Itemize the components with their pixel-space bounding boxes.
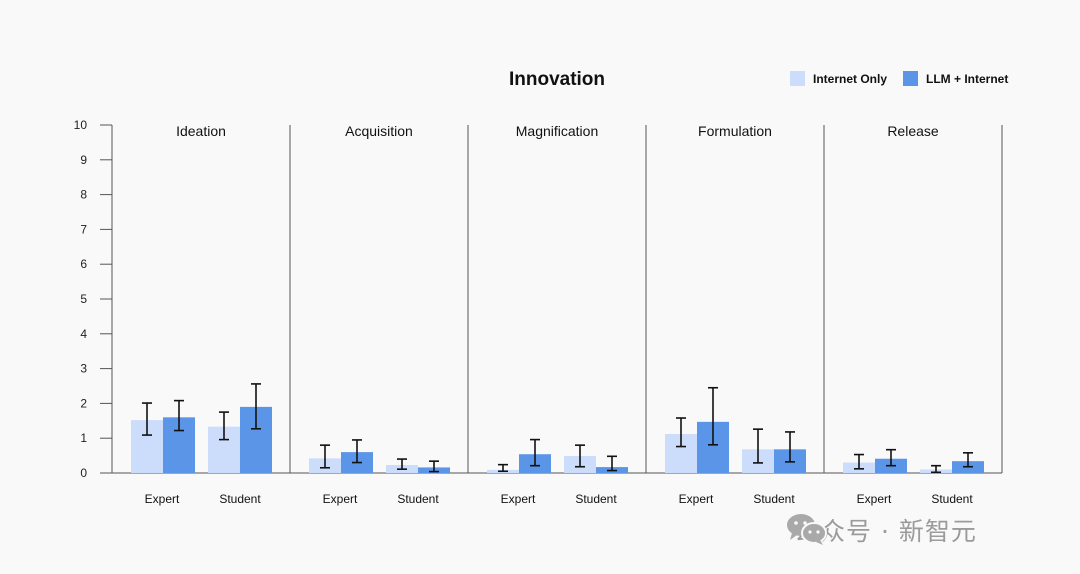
panel-title: Formulation	[698, 123, 772, 139]
legend-swatch	[903, 71, 918, 86]
group-label: Expert	[323, 492, 358, 506]
group-label: Expert	[145, 492, 180, 506]
group-label: Student	[753, 492, 795, 506]
y-tick-label: 5	[80, 292, 87, 306]
group-label: Expert	[857, 492, 892, 506]
y-tick-label: 6	[80, 257, 87, 271]
y-tick-label: 4	[80, 327, 87, 341]
panel-title: Acquisition	[345, 123, 413, 139]
chart-root: Innovation Internet Only LLM + Internet 0…	[0, 0, 1080, 574]
panel-formulation: Formulation Expert Student	[665, 123, 825, 506]
legend-label: Internet Only	[813, 72, 887, 86]
y-tick-label: 9	[80, 153, 87, 167]
panel-ideation: Ideation Expert Student	[131, 123, 291, 506]
y-tick-label: 10	[74, 118, 88, 132]
y-tick-label: 1	[80, 431, 87, 445]
y-tick-label: 2	[80, 396, 87, 410]
panel-magnification: Magnification Expert Student	[487, 123, 647, 506]
y-tick-label: 0	[80, 466, 87, 480]
group-label: Student	[575, 492, 617, 506]
legend-swatch	[790, 71, 805, 86]
legend-label: LLM + Internet	[926, 72, 1008, 86]
group-label: Expert	[501, 492, 536, 506]
y-tick-label: 3	[80, 362, 87, 376]
panel-title: Release	[887, 123, 939, 139]
group-label: Student	[931, 492, 973, 506]
axes: 0 1 2 3 4 5 6 7 8 9 10	[74, 118, 1002, 480]
group-label: Student	[397, 492, 439, 506]
y-tick-label: 8	[80, 188, 87, 202]
y-tick-label: 7	[80, 222, 87, 236]
group-label: Student	[219, 492, 261, 506]
panel-title: Ideation	[176, 123, 226, 139]
watermark: 公众号 · 新智元	[786, 512, 977, 548]
chart-title: Innovation	[509, 69, 605, 90]
panel-release: Release Expert Student	[843, 123, 1003, 506]
panels: Ideation Expert Student Acquisition Expert St…	[131, 123, 1003, 506]
panel-acquisition: Acquisition Expert Student	[309, 123, 469, 506]
panel-title: Magnification	[516, 123, 599, 139]
legend: Internet Only LLM + Internet	[790, 71, 1008, 86]
innovation-chart: Innovation Internet Only LLM + Internet 0…	[74, 69, 1009, 506]
group-label: Expert	[679, 492, 714, 506]
